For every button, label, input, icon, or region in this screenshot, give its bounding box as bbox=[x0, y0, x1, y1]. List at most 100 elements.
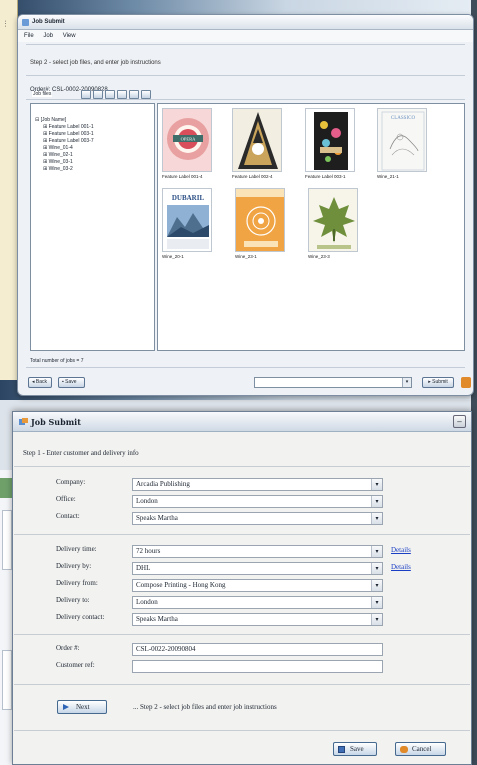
delivery-to-select[interactable]: London ▾ bbox=[132, 596, 383, 609]
chevron-down-icon[interactable]: ▾ bbox=[371, 597, 382, 608]
delivery-from-select[interactable]: Compose Printing - Hong Kong ▾ bbox=[132, 579, 383, 592]
thumbnail-caption: Wine_21-1 bbox=[377, 174, 399, 179]
tree-item[interactable]: ⊞ Wine_03-1 bbox=[35, 159, 150, 166]
thumb-art-text: DUBARIL bbox=[172, 194, 205, 202]
thumbnail-item[interactable]: Wine_23-3 bbox=[308, 188, 360, 259]
customer-ref-field[interactable] bbox=[132, 660, 383, 673]
tree-item[interactable]: ⊞ Wine_03-2 bbox=[35, 166, 150, 173]
copy-icon[interactable] bbox=[117, 90, 127, 99]
label-preview-image: DUBARIL bbox=[162, 188, 212, 252]
chevron-down-icon[interactable]: ▾ bbox=[371, 479, 382, 490]
label-preview-image: CLASSICO bbox=[377, 108, 427, 172]
job-files-tree[interactable]: ⊟ [Job Name] ⊞ Feature Label 001-1 ⊞ Fea… bbox=[30, 103, 155, 351]
thumbnail-caption: Wine_23-3 bbox=[308, 254, 330, 259]
save-button[interactable]: ▪ Save bbox=[58, 377, 85, 388]
chevron-down-icon[interactable]: ▾ bbox=[371, 563, 382, 574]
delete-icon[interactable] bbox=[129, 90, 139, 99]
chevron-down-icon[interactable]: ▾ bbox=[371, 580, 382, 591]
thumbnail-caption: Feature Label 003-1 bbox=[305, 174, 346, 179]
contact-select[interactable]: Speaks Martha ▾ bbox=[132, 512, 383, 525]
delivery-by-select[interactable]: DHL ▾ bbox=[132, 562, 383, 575]
menu-view[interactable]: View bbox=[63, 33, 76, 39]
delivery-to-label: Delivery to: bbox=[56, 596, 90, 604]
label-preview-image: OPERA bbox=[162, 108, 212, 172]
delivery-contact-select[interactable]: Speaks Martha ▾ bbox=[132, 613, 383, 626]
customer-ref-label: Customer ref: bbox=[56, 661, 95, 669]
properties-icon[interactable] bbox=[141, 90, 151, 99]
delivery-by-details-link[interactable]: Details bbox=[391, 563, 411, 571]
delivery-time-label: Delivery time: bbox=[56, 545, 97, 553]
next-step-hint: ... Step 2 - select job files and enter … bbox=[133, 703, 277, 711]
window-titlebar[interactable]: Job Submit bbox=[13, 412, 471, 432]
menu-bar: File Job View bbox=[18, 30, 473, 42]
thumbnail-caption: Wine_20-1 bbox=[162, 254, 184, 259]
chevron-down-icon[interactable]: ▾ bbox=[371, 513, 382, 524]
thumbnail-item[interactable]: OPERA Feature Label 001-4 bbox=[162, 108, 214, 179]
arrow-right-icon bbox=[63, 704, 69, 710]
chevron-down-icon[interactable]: ▾ bbox=[371, 496, 382, 507]
minimize-button[interactable]: – bbox=[453, 415, 466, 428]
divider bbox=[26, 367, 465, 368]
divider bbox=[14, 684, 470, 685]
label-preview-image bbox=[305, 108, 355, 172]
divider bbox=[26, 99, 465, 100]
divider bbox=[14, 730, 470, 731]
chevron-down-icon[interactable]: ▾ bbox=[371, 546, 382, 557]
thumbnail-item[interactable]: Feature Label 003-1 bbox=[305, 108, 357, 179]
order-number-field[interactable]: CSL-0022-20090804 bbox=[132, 643, 383, 656]
delivery-time-select[interactable]: 72 hours ▾ bbox=[132, 545, 383, 558]
thumbnail-item[interactable]: Feature Label 002-4 bbox=[232, 108, 284, 179]
tree-item[interactable]: ⊞ Wine_01-4 bbox=[35, 145, 150, 152]
company-select[interactable]: Arcadia Publishing ▾ bbox=[132, 478, 383, 491]
thumb-art-text: CLASSICO bbox=[391, 116, 416, 121]
divider bbox=[14, 534, 470, 535]
submit-target-select[interactable]: ▾ bbox=[254, 377, 412, 388]
label-preview-image bbox=[308, 188, 358, 252]
divider bbox=[26, 75, 465, 76]
thumbnail-item[interactable]: CLASSICO Wine_21-1 bbox=[377, 108, 429, 179]
submit-button[interactable]: ▸ Submit bbox=[422, 377, 454, 388]
thumbnail-caption: Wine_23-1 bbox=[235, 254, 257, 259]
background-document-strip: ... bbox=[0, 0, 18, 380]
menu-file[interactable]: File bbox=[24, 33, 34, 39]
thumbnail-item[interactable]: Wine_23-1 bbox=[235, 188, 287, 259]
thumbnail-toolbar bbox=[81, 90, 151, 99]
tree-item[interactable]: ⊞ Feature Label 003-7 bbox=[35, 138, 150, 145]
cancel-button[interactable]: Cancel bbox=[395, 742, 446, 756]
tree-item[interactable]: ⊞ Wine_02-1 bbox=[35, 152, 150, 159]
window-titlebar[interactable]: Job Submit bbox=[18, 15, 473, 30]
window-title: Job Submit bbox=[32, 19, 65, 25]
tree-item[interactable]: ⊞ Feature Label 001-1 bbox=[35, 124, 150, 131]
menu-job[interactable]: Job bbox=[43, 33, 53, 39]
chevron-down-icon[interactable]: ▾ bbox=[402, 378, 411, 387]
floppy-disk-icon bbox=[338, 746, 345, 753]
divider bbox=[14, 634, 470, 635]
save-button[interactable]: Save bbox=[333, 742, 377, 756]
next-button[interactable]: Next bbox=[57, 700, 107, 714]
order-number-label: Order #: bbox=[56, 644, 80, 652]
chevron-down-icon[interactable]: ▾ bbox=[371, 614, 382, 625]
step-heading: Step 2 - select job files, and enter job… bbox=[30, 60, 161, 66]
office-label: Office: bbox=[56, 495, 76, 503]
thumbnail-item[interactable]: DUBARIL Wine_20-1 bbox=[162, 188, 214, 259]
thumbnail-caption: Feature Label 002-4 bbox=[232, 174, 273, 179]
tree-root[interactable]: ⊟ [Job Name] bbox=[35, 117, 150, 124]
total-jobs-text: Total number of jobs = 7 bbox=[30, 358, 84, 364]
delivery-by-label: Delivery by: bbox=[56, 562, 92, 570]
view-small-icon[interactable] bbox=[93, 90, 103, 99]
back-button[interactable]: ◂ Back bbox=[28, 377, 52, 388]
delivery-time-details-link[interactable]: Details bbox=[391, 546, 411, 554]
edit-icon[interactable] bbox=[105, 90, 115, 99]
background-box bbox=[2, 650, 12, 710]
job-submit-step2-window: Job Submit File Job View Step 2 - select… bbox=[17, 14, 474, 396]
label-preview-image bbox=[232, 108, 282, 172]
office-select[interactable]: London ▾ bbox=[132, 495, 383, 508]
thumb-art-text: OPERA bbox=[181, 137, 197, 142]
label-preview-image bbox=[235, 188, 285, 252]
strip-text: ... bbox=[3, 20, 12, 28]
view-large-icon[interactable] bbox=[81, 90, 91, 99]
cancel-icon[interactable] bbox=[461, 377, 471, 388]
tree-item[interactable]: ⊞ Feature Label 003-1 bbox=[35, 131, 150, 138]
cancel-icon bbox=[400, 746, 408, 753]
window-title: Job Submit bbox=[31, 417, 81, 427]
